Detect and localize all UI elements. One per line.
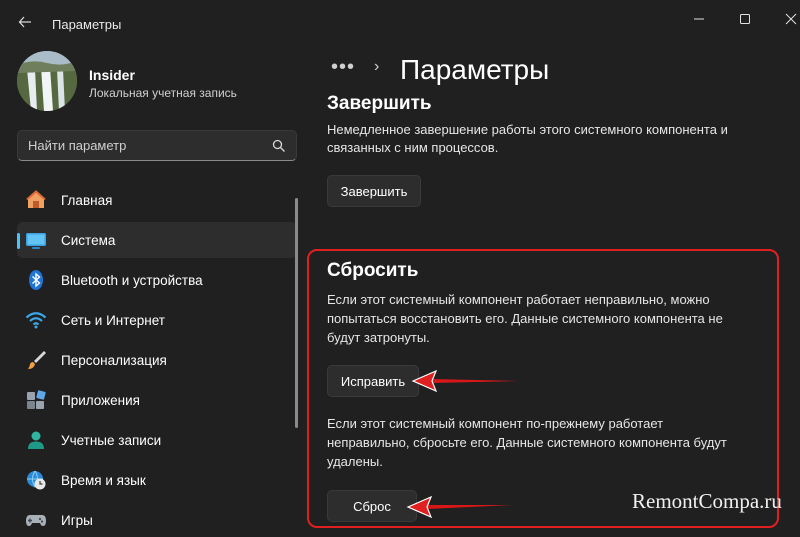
sidebar-item-accounts[interactable]: Учетные записи bbox=[17, 422, 297, 458]
repair-description-line1: Если этот системный компонент работает н… bbox=[327, 292, 710, 307]
account-type: Локальная учетная запись bbox=[89, 86, 237, 100]
sidebar-item-home[interactable]: Главная bbox=[17, 182, 297, 218]
maximize-icon bbox=[740, 14, 750, 24]
breadcrumb-overflow-button[interactable]: ••• bbox=[331, 56, 355, 79]
sidebar-item-label: Учетные записи bbox=[61, 432, 162, 448]
maximize-button[interactable] bbox=[722, 8, 768, 30]
terminate-description-line1: Немедленное завершение работы этого сист… bbox=[327, 122, 728, 137]
reset-section-title: Сбросить bbox=[327, 260, 419, 281]
reset-description-line3: удалены. bbox=[327, 454, 383, 469]
reset-description-line2: неправильно, сбросьте его. Данные систем… bbox=[327, 435, 727, 450]
reset-description-line1: Если этот системный компонент по-прежнем… bbox=[327, 416, 664, 431]
sidebar-item-bluetooth[interactable]: Bluetooth и устройства bbox=[17, 262, 297, 298]
close-icon bbox=[785, 13, 797, 25]
title-bar: Параметры bbox=[0, 0, 800, 40]
terminate-section-title: Завершить bbox=[327, 93, 432, 114]
sidebar-item-apps[interactable]: Приложения bbox=[17, 382, 297, 418]
minimize-button[interactable] bbox=[676, 8, 722, 30]
avatar-picture bbox=[17, 51, 77, 111]
page-title: Параметры bbox=[400, 54, 550, 85]
breadcrumb-separator: › bbox=[374, 58, 380, 75]
sidebar-nav: Главная Система Bluetooth и устройства С… bbox=[17, 182, 297, 537]
search-icon[interactable] bbox=[272, 139, 286, 158]
repair-description-line3: будут затронуты. bbox=[327, 330, 430, 345]
search-input[interactable] bbox=[28, 138, 258, 153]
sidebar-item-time-language[interactable]: Время и язык bbox=[17, 462, 297, 498]
sidebar-item-label: Время и язык bbox=[61, 472, 146, 488]
sidebar-item-network[interactable]: Сеть и Интернет bbox=[17, 302, 297, 338]
sidebar-item-label: Игры bbox=[61, 512, 93, 528]
annotation-arrow-reset bbox=[406, 495, 513, 519]
gamepad-icon bbox=[25, 509, 47, 531]
window-title: Параметры bbox=[52, 17, 122, 32]
back-button[interactable] bbox=[10, 10, 40, 34]
close-button[interactable] bbox=[768, 8, 800, 30]
sidebar-item-label: Система bbox=[61, 232, 116, 248]
repair-button[interactable]: Исправить bbox=[327, 365, 419, 397]
person-icon bbox=[25, 429, 47, 451]
search-box[interactable] bbox=[17, 130, 297, 161]
back-arrow-icon bbox=[18, 16, 31, 28]
wifi-icon bbox=[25, 309, 47, 331]
repair-description-line2: попытаться восстановить его. Данные сист… bbox=[327, 311, 723, 326]
sidebar-item-gaming[interactable]: Игры bbox=[17, 502, 297, 537]
brush-icon bbox=[25, 349, 47, 371]
sidebar-item-label: Персонализация bbox=[61, 352, 167, 368]
sidebar-item-personalization[interactable]: Персонализация bbox=[17, 342, 297, 378]
bluetooth-icon bbox=[25, 269, 47, 291]
monitor-icon bbox=[25, 229, 47, 251]
watermark: RemontCompa.ru bbox=[632, 489, 782, 513]
sidebar-item-system[interactable]: Система bbox=[17, 222, 297, 258]
home-icon bbox=[25, 189, 47, 211]
terminate-button[interactable]: Завершить bbox=[327, 175, 421, 207]
terminate-description-line2: связанных с ним процессов. bbox=[327, 140, 499, 155]
sidebar-item-label: Сеть и Интернет bbox=[61, 312, 165, 328]
apps-icon bbox=[25, 389, 47, 411]
profile-name: Insider bbox=[89, 67, 135, 83]
annotation-arrow-repair bbox=[411, 369, 518, 393]
sidebar-item-label: Главная bbox=[61, 192, 113, 208]
globe-clock-icon bbox=[25, 469, 47, 491]
sidebar-item-label: Приложения bbox=[61, 392, 140, 408]
sidebar-item-label: Bluetooth и устройства bbox=[61, 272, 203, 288]
avatar[interactable] bbox=[17, 51, 77, 111]
sidebar-scrollbar[interactable] bbox=[295, 198, 298, 428]
reset-button[interactable]: Сброс bbox=[327, 490, 417, 522]
minimize-icon bbox=[694, 18, 704, 20]
